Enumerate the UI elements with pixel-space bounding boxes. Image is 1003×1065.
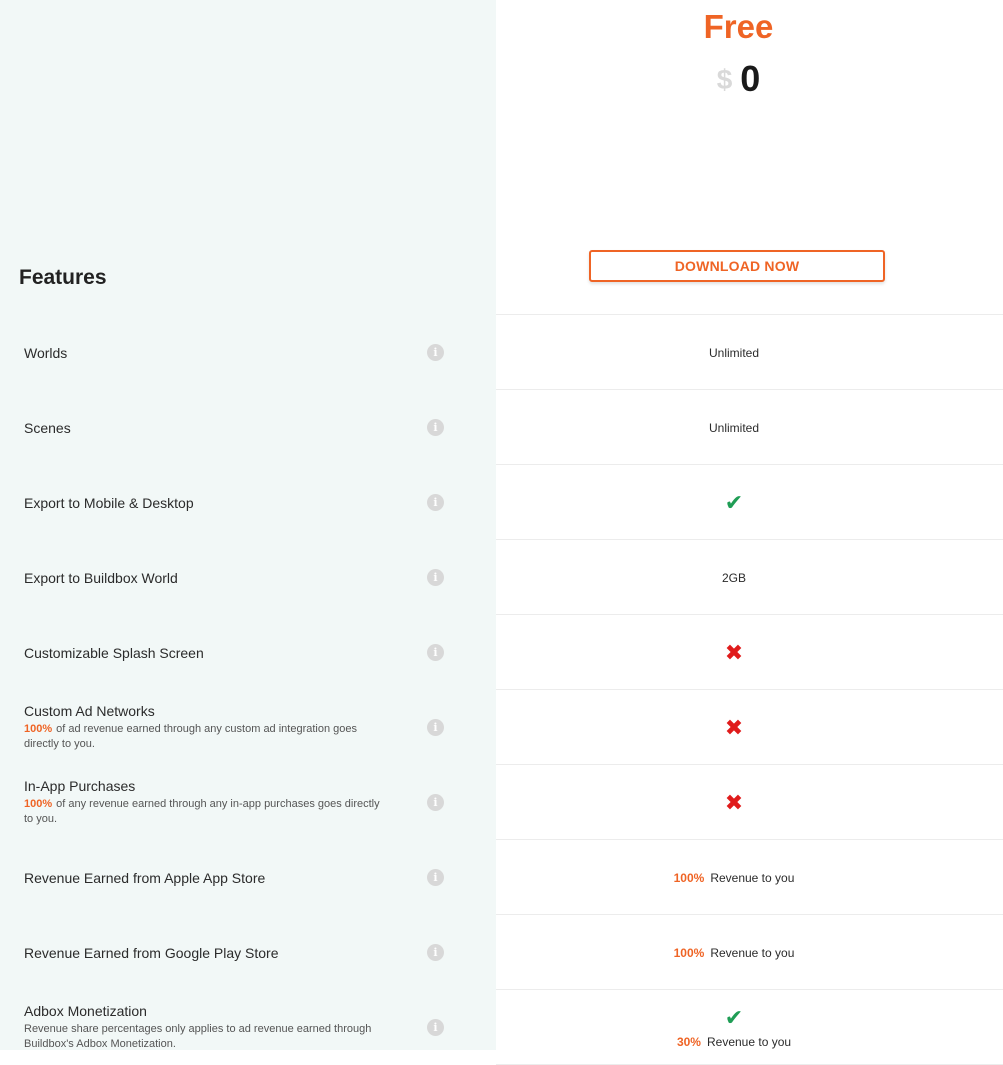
description-text: of ad revenue earned through any custom … <box>24 723 358 750</box>
cross-icon: ✖ <box>724 714 744 740</box>
feature-cell: In-App Purchases 100% of any revenue earne… <box>24 765 384 840</box>
feature-cell: Worlds <box>24 315 384 390</box>
plan-value: ✖ <box>496 765 972 840</box>
feature-cell: Customizable Splash Screen <box>24 615 384 690</box>
check-icon: ✔ <box>724 489 744 515</box>
feature-name: Worlds <box>24 344 68 361</box>
feature-row: Revenue Earned from Apple App Store i 100%… <box>0 840 1003 915</box>
feature-cell: Revenue Earned from Apple App Store <box>24 840 384 915</box>
feature-row: Export to Mobile & Desktop i ✔ <box>0 465 1003 540</box>
info-icon[interactable]: i <box>427 569 444 586</box>
plan-value: ✔ <box>496 465 972 540</box>
feature-description: 100% of any revenue earned through any in… <box>24 797 384 827</box>
plan-price: $0 <box>496 58 981 100</box>
info-icon[interactable]: i <box>427 869 444 886</box>
value-text: Revenue to you <box>710 945 795 960</box>
download-now-button[interactable]: DOWNLOAD NOW <box>589 250 885 282</box>
value-line: 100% Revenue to you <box>674 871 795 885</box>
feature-name: Revenue Earned from Google Play Store <box>24 944 279 961</box>
value-text: Unlimited <box>708 345 759 360</box>
value-text: Revenue to you <box>706 1034 792 1049</box>
feature-description: Revenue share percentages only applies t… <box>24 1022 384 1052</box>
info-icon[interactable]: i <box>427 419 444 436</box>
feature-name: Export to Buildbox World <box>24 569 178 586</box>
info-icon[interactable]: i <box>427 944 444 961</box>
check-icon: ✔ <box>724 1004 744 1030</box>
plan-value: Unlimited <box>496 390 972 465</box>
cross-icon: ✖ <box>724 789 744 815</box>
plan-value: ✖ <box>496 615 972 690</box>
feature-name: Scenes <box>24 419 71 436</box>
value-line: Unlimited <box>709 346 759 360</box>
info-icon[interactable]: i <box>427 494 444 511</box>
feature-cell: Export to Buildbox World <box>24 540 384 615</box>
value-text: Revenue to you <box>710 870 795 885</box>
value-line: 100% Revenue to you <box>674 946 795 960</box>
plan-value: 2GB <box>496 540 972 615</box>
description-text: Revenue share percentages only applies t… <box>24 1023 372 1050</box>
info-icon[interactable]: i <box>427 719 444 736</box>
feature-row: Worlds i Unlimited <box>0 315 1003 390</box>
feature-row: Export to Buildbox World i 2GB <box>0 540 1003 615</box>
info-icon[interactable]: i <box>427 794 444 811</box>
feature-name: Adbox Monetization <box>24 1003 147 1019</box>
plan-value: Unlimited <box>496 315 972 390</box>
feature-cell: Adbox Monetization Revenue share percenta… <box>24 990 384 1065</box>
description-text: of any revenue earned through any in-app… <box>24 798 380 825</box>
price-amount: 0 <box>740 58 761 99</box>
feature-name: Export to Mobile & Desktop <box>24 494 194 511</box>
feature-name: Revenue Earned from Apple App Store <box>24 869 266 886</box>
value-line: 30% Revenue to you <box>677 1035 791 1049</box>
feature-name: Customizable Splash Screen <box>24 644 204 661</box>
feature-row: Scenes i Unlimited <box>0 390 1003 465</box>
description-percent: 100% <box>24 798 53 810</box>
description-percent: 100% <box>24 723 53 735</box>
value-percent: 100% <box>673 945 705 960</box>
value-percent: 30% <box>676 1034 701 1049</box>
feature-row: Revenue Earned from Google Play Store i 10… <box>0 915 1003 990</box>
plan-value: 100% Revenue to you <box>496 915 972 990</box>
feature-description: 100% of ad revenue earned through any cus… <box>24 722 384 752</box>
feature-name: Custom Ad Networks <box>24 703 155 719</box>
value-text: 2GB <box>721 570 746 585</box>
value-text: Unlimited <box>708 420 759 435</box>
currency-symbol: $ <box>716 64 733 95</box>
feature-cell: Scenes <box>24 390 384 465</box>
value-line: Unlimited <box>709 421 759 435</box>
plan-value: ✖ <box>496 690 972 765</box>
feature-cell: Revenue Earned from Google Play Store <box>24 915 384 990</box>
feature-cell: Export to Mobile & Desktop <box>24 465 384 540</box>
feature-row: Custom Ad Networks 100% of ad revenue earn… <box>0 690 1003 765</box>
value-percent: 100% <box>673 870 705 885</box>
feature-name: In-App Purchases <box>24 778 136 794</box>
info-icon[interactable]: i <box>427 644 444 661</box>
plan-value: 100% Revenue to you <box>496 840 972 915</box>
info-icon[interactable]: i <box>427 344 444 361</box>
cross-icon: ✖ <box>724 639 744 665</box>
features-heading: Features <box>19 266 107 289</box>
info-icon[interactable]: i <box>427 1019 444 1036</box>
feature-row: Customizable Splash Screen i ✖ <box>0 615 1003 690</box>
feature-row: In-App Purchases 100% of any revenue earne… <box>0 765 1003 840</box>
plan-value: ✔ 30% Revenue to you <box>496 990 972 1065</box>
plan-name: Free <box>703 8 774 45</box>
value-line: 2GB <box>722 571 746 585</box>
feature-row: Adbox Monetization Revenue share percenta… <box>0 990 1003 1065</box>
feature-cell: Custom Ad Networks 100% of ad revenue earn… <box>24 690 384 765</box>
